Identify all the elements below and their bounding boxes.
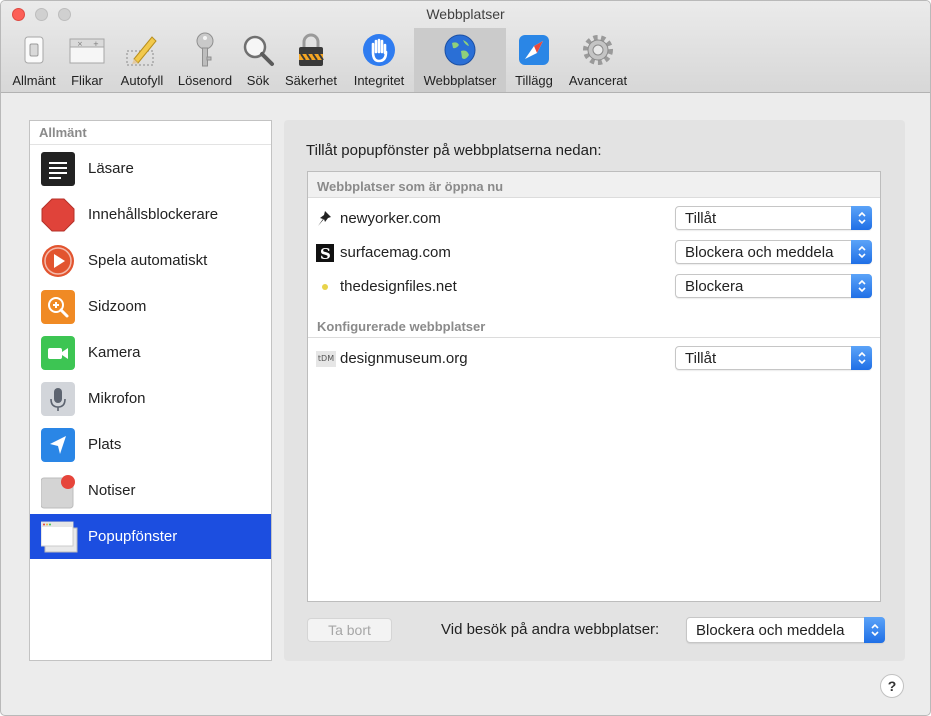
section-header-configured: Konfigurerade webbplatser bbox=[308, 312, 880, 338]
settings-panel: Tillåt popupfönster på webbplatserna ned… bbox=[284, 120, 905, 661]
site-setting-select[interactable]: Blockera bbox=[675, 274, 872, 298]
globe-icon bbox=[442, 32, 478, 68]
sidebar-item-reader[interactable]: Läsare bbox=[30, 146, 271, 191]
popup-windows-icon bbox=[40, 520, 78, 554]
sidebar-item-content-blockers[interactable]: Innehållsblockerare bbox=[30, 192, 271, 237]
panel-title: Tillåt popupfönster på webbplatserna ned… bbox=[306, 142, 602, 159]
sidebar-item-page-zoom[interactable]: Sidzoom bbox=[30, 284, 271, 329]
toolbar: Webbplatser Allmänt × + Flikar Autofyll L… bbox=[1, 1, 930, 93]
section-header-open: Webbplatser som är öppna nu bbox=[308, 172, 880, 198]
notification-icon bbox=[40, 474, 75, 508]
sidebar-item-location[interactable]: Plats bbox=[30, 422, 271, 467]
reader-icon bbox=[41, 151, 75, 186]
svg-text:+: + bbox=[93, 40, 99, 48]
sidebar-item-auto-play[interactable]: Spela automatiskt bbox=[30, 238, 271, 283]
site-row[interactable]: S surfacemag.com Blockera och meddela bbox=[308, 236, 880, 270]
toolbar-tab-search[interactable]: Sök bbox=[241, 28, 275, 92]
site-row[interactable]: newyorker.com Tillåt bbox=[308, 202, 880, 236]
site-row[interactable]: thedesignfiles.net Blockera bbox=[308, 270, 880, 304]
remove-button[interactable]: Ta bort bbox=[307, 618, 392, 642]
updown-chevron-icon bbox=[851, 346, 872, 370]
puzzle-icon bbox=[516, 32, 552, 68]
tabs-icon: × + bbox=[69, 32, 105, 68]
key-icon bbox=[187, 32, 223, 68]
magnifier-icon bbox=[240, 32, 276, 68]
location-icon bbox=[41, 427, 75, 462]
svg-text:×: × bbox=[77, 40, 83, 48]
site-setting-select[interactable]: Tillåt bbox=[675, 346, 872, 370]
toolbar-tab-advanced[interactable]: Avancerat bbox=[563, 28, 633, 92]
site-name: thedesignfiles.net bbox=[340, 278, 457, 295]
other-sites-select[interactable]: Blockera och meddela bbox=[686, 617, 885, 643]
toolbar-tab-general[interactable]: Allmänt bbox=[7, 28, 61, 92]
sidebar-item-camera[interactable]: Kamera bbox=[30, 330, 271, 375]
sidebar-header: Allmänt bbox=[30, 121, 271, 145]
s-favicon-icon: S bbox=[316, 244, 334, 262]
toolbar-tab-tabs[interactable]: × + Flikar bbox=[65, 28, 109, 92]
updown-chevron-icon bbox=[851, 274, 872, 298]
switch-icon bbox=[16, 32, 52, 68]
toolbar-tab-autofill[interactable]: Autofyll bbox=[114, 28, 170, 92]
site-name: surfacemag.com bbox=[340, 244, 451, 261]
pin-favicon-icon bbox=[316, 210, 334, 228]
stop-sign-icon bbox=[41, 198, 75, 232]
window-title: Webbplatser bbox=[426, 6, 505, 22]
updown-chevron-icon bbox=[864, 617, 885, 643]
camera-icon bbox=[41, 335, 75, 370]
lock-icon bbox=[293, 32, 329, 68]
updown-chevron-icon bbox=[851, 240, 872, 264]
site-name: designmuseum.org bbox=[340, 350, 468, 367]
pencil-icon bbox=[124, 32, 160, 68]
toolbar-tab-passwords[interactable]: Lösenord bbox=[173, 28, 237, 92]
toolbar-tab-privacy[interactable]: Integritet bbox=[347, 28, 411, 92]
svg-text:S: S bbox=[320, 245, 331, 262]
site-setting-select[interactable]: Tillåt bbox=[675, 206, 872, 230]
preferences-window: Webbplatser Allmänt × + Flikar Autofyll L… bbox=[0, 0, 931, 716]
sidebar-item-notifications[interactable]: Notiser bbox=[30, 468, 271, 513]
sidebar-item-microphone[interactable]: Mikrofon bbox=[30, 376, 271, 421]
zoom-icon bbox=[41, 289, 75, 324]
sidebar-item-pop-up-windows[interactable]: Popupfönster bbox=[30, 514, 271, 559]
dot-favicon-icon bbox=[316, 278, 334, 296]
help-button[interactable]: ? bbox=[880, 674, 904, 698]
websites-list: Webbplatser som är öppna nu newyorker.co… bbox=[307, 171, 881, 602]
site-setting-select[interactable]: Blockera och meddela bbox=[675, 240, 872, 264]
updown-chevron-icon bbox=[851, 206, 872, 230]
play-icon bbox=[41, 244, 75, 278]
hand-icon bbox=[361, 32, 397, 68]
gear-icon bbox=[580, 32, 616, 68]
toolbar-tab-extensions[interactable]: Tillägg bbox=[509, 28, 559, 92]
site-name: newyorker.com bbox=[340, 210, 441, 227]
dm-favicon-icon: tDM bbox=[316, 350, 336, 368]
toolbar-tab-security[interactable]: Säkerhet bbox=[279, 28, 343, 92]
other-sites-label: Vid besök på andra webbplatser: bbox=[441, 621, 660, 638]
sidebar: Allmänt Läsare Innehållsblockerare Spela… bbox=[29, 120, 272, 661]
toolbar-tab-websites[interactable]: Webbplatser bbox=[414, 28, 506, 92]
microphone-icon bbox=[41, 381, 75, 416]
site-row[interactable]: tDM designmuseum.org Tillåt bbox=[308, 342, 880, 376]
